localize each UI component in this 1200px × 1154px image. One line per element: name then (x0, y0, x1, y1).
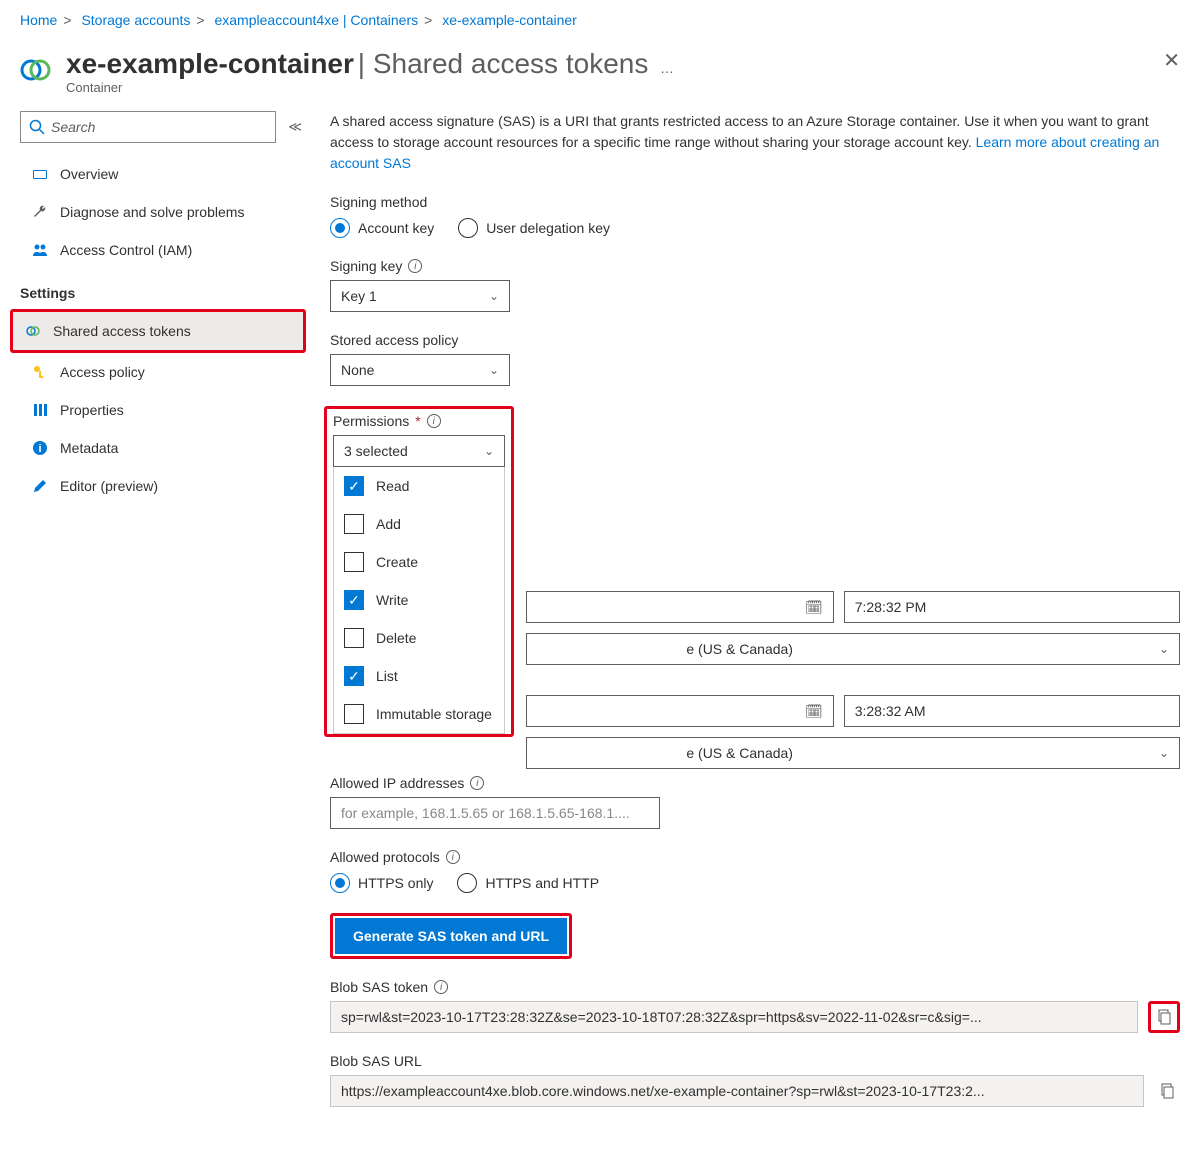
perm-opt-delete[interactable]: Delete (334, 619, 504, 657)
sidebar: Search ≪ Overview Diagnose and solve pro… (20, 111, 302, 505)
search-icon (29, 119, 45, 135)
sidebar-item-label: Editor (preview) (60, 478, 158, 494)
people-icon (32, 242, 48, 258)
perm-opt-immutable[interactable]: Immutable storage (334, 695, 504, 733)
generate-button[interactable]: Generate SAS token and URL (335, 918, 567, 954)
close-icon[interactable]: ✕ (1163, 48, 1180, 73)
radio-account-key[interactable]: Account key (330, 218, 434, 238)
main-content: A shared access signature (SAS) is a URI… (330, 111, 1180, 1107)
bc-container[interactable]: xe-example-container (442, 12, 577, 28)
info-icon[interactable]: i (408, 259, 422, 273)
info-icon[interactable]: i (427, 414, 441, 428)
protocols-label: Allowed protocols (330, 849, 440, 865)
signing-method-label: Signing method (330, 194, 1180, 210)
sidebar-item-label: Metadata (60, 440, 118, 456)
perm-opt-add[interactable]: Add (334, 505, 504, 543)
key-icon (32, 364, 48, 380)
breadcrumb: Home> Storage accounts> exampleaccount4x… (0, 0, 1200, 40)
sas-token-output[interactable]: sp=rwl&st=2023-10-17T23:28:32Z&se=2023-1… (330, 1001, 1138, 1033)
container-icon (20, 54, 52, 86)
bc-storage[interactable]: Storage accounts (81, 12, 190, 28)
perm-opt-list[interactable]: ✓List (334, 657, 504, 695)
sidebar-group-settings: Settings (20, 269, 302, 309)
start-time-input[interactable]: 7:28:32 PM (844, 591, 1180, 623)
intro-text: A shared access signature (SAS) is a URI… (330, 111, 1180, 174)
resource-type: Container (66, 80, 1149, 95)
sidebar-item-properties[interactable]: Properties (20, 391, 302, 429)
sas-icon (25, 323, 41, 339)
sidebar-item-label: Properties (60, 402, 124, 418)
info-icon: i (32, 440, 48, 456)
sidebar-item-metadata[interactable]: i Metadata (20, 429, 302, 467)
radio-https-only[interactable]: HTTPS only (330, 873, 433, 893)
sidebar-item-label: Diagnose and solve problems (60, 204, 244, 220)
copy-token-button[interactable] (1151, 1004, 1177, 1030)
policy-label: Stored access policy (330, 332, 1180, 348)
perm-opt-write[interactable]: ✓Write (334, 581, 504, 619)
permissions-label: Permissions (333, 413, 409, 429)
page-title: xe-example-container (66, 48, 354, 79)
sas-url-label: Blob SAS URL (330, 1053, 1180, 1069)
sidebar-item-sas[interactable]: Shared access tokens (13, 312, 303, 350)
radio-user-delegation[interactable]: User delegation key (458, 218, 610, 238)
ip-label: Allowed IP addresses (330, 775, 464, 791)
sidebar-item-label: Access Control (IAM) (60, 242, 192, 258)
sidebar-item-label: Shared access tokens (53, 323, 191, 339)
info-icon[interactable]: i (446, 850, 460, 864)
permissions-select[interactable]: 3 selected⌄ (333, 435, 505, 467)
radio-https-http[interactable]: HTTPS and HTTP (457, 873, 599, 893)
chevron-down-icon: ⌄ (1159, 642, 1169, 656)
chevron-down-icon: ⌄ (489, 289, 499, 303)
svg-text:i: i (38, 443, 41, 455)
chevron-down-icon: ⌄ (489, 363, 499, 377)
sidebar-item-iam[interactable]: Access Control (IAM) (20, 231, 302, 269)
start-tz-select[interactable]: (UTC-08:00) Pacific Time (US & Canada)⌄ (526, 633, 1180, 665)
sidebar-item-overview[interactable]: Overview (20, 155, 302, 193)
sas-url-output[interactable]: https://exampleaccount4xe.blob.core.wind… (330, 1075, 1144, 1107)
chevron-down-icon: ⌄ (484, 444, 494, 458)
properties-icon (32, 402, 48, 418)
wrench-icon (32, 204, 48, 220)
sidebar-item-diagnose[interactable]: Diagnose and solve problems (20, 193, 302, 231)
info-icon[interactable]: i (470, 776, 484, 790)
collapse-sidebar-button[interactable]: ≪ (288, 119, 302, 135)
signing-key-label: Signing key (330, 258, 402, 274)
copy-icon (1159, 1083, 1175, 1099)
pencil-icon (32, 478, 48, 494)
end-tz-select[interactable]: (UTC-08:00) Pacific Time (US & Canada)⌄ (526, 737, 1180, 769)
start-date-input[interactable]: 🗓 (526, 591, 834, 623)
calendar-icon: 🗓 (805, 599, 823, 616)
end-time-input[interactable]: 3:28:32 AM (844, 695, 1180, 727)
end-date-input[interactable]: 🗓 (526, 695, 834, 727)
info-icon[interactable]: i (434, 980, 448, 994)
signing-key-select[interactable]: Key 1⌄ (330, 280, 510, 312)
perm-opt-create[interactable]: Create (334, 543, 504, 581)
sidebar-item-label: Access policy (60, 364, 145, 380)
page-subtitle: | Shared access tokens (358, 48, 649, 79)
copy-url-button[interactable] (1154, 1078, 1180, 1104)
chevron-down-icon: ⌄ (1159, 746, 1169, 760)
overview-icon (32, 166, 48, 182)
search-input[interactable]: Search (20, 111, 276, 143)
sidebar-item-editor[interactable]: Editor (preview) (20, 467, 302, 505)
calendar-icon: 🗓 (805, 703, 823, 720)
bc-home[interactable]: Home (20, 12, 57, 28)
permissions-dropdown: ✓Read Add Create ✓Write Delete ✓List Imm… (333, 467, 505, 734)
sidebar-item-label: Overview (60, 166, 118, 182)
sidebar-item-policy[interactable]: Access policy (20, 353, 302, 391)
policy-select[interactable]: None⌄ (330, 354, 510, 386)
copy-icon (1156, 1009, 1172, 1025)
allowed-ip-input[interactable]: for example, 168.1.5.65 or 168.1.5.65-16… (330, 797, 660, 829)
bc-account[interactable]: exampleaccount4xe | Containers (214, 12, 418, 28)
sas-token-label: Blob SAS token (330, 979, 428, 995)
perm-opt-read[interactable]: ✓Read (334, 467, 504, 505)
